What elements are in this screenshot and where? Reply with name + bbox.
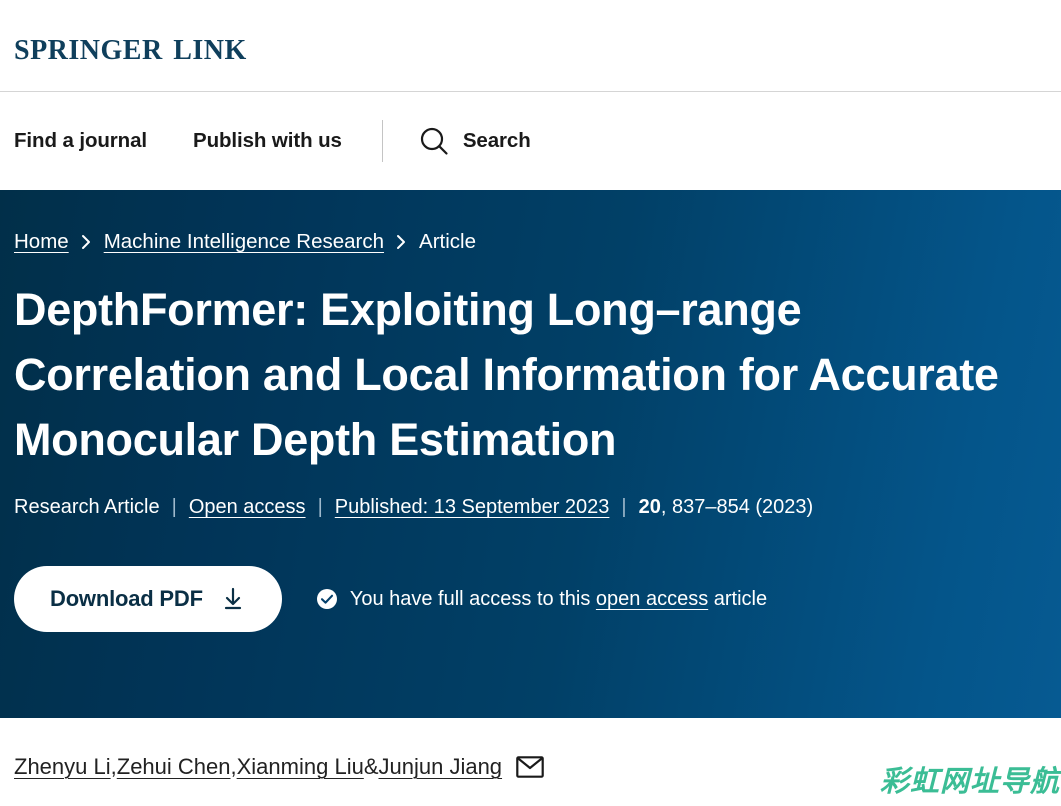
envelope-icon[interactable] [516,755,544,779]
breadcrumb-item-home[interactable]: Home [14,230,69,254]
search-label: Search [462,129,531,152]
article-metadata: Research Article | Open access | Publish… [14,496,1047,519]
published-date[interactable]: Published: 13 September 2023 [335,496,610,519]
springer-link-logo[interactable]: Springer Link [14,25,247,66]
download-pdf-button[interactable]: Download PDF [14,566,282,633]
breadcrumb-chevron-icon [81,234,92,250]
access-note-before: You have full access to this [349,587,596,610]
access-row: Download PDF You have full access to thi… [14,566,1047,633]
author-separator-3: & [363,754,379,779]
site-header: Springer Link [0,0,1061,92]
author-link-2[interactable]: Zehui Chen [117,754,231,780]
nav-divider [381,120,383,162]
breadcrumb: Home Machine Intelligence Research Artic… [14,190,1047,254]
article-hero: Home Machine Intelligence Research Artic… [0,190,1061,718]
article-content: Zhenyu Li , Zehui Chen , Xianming Liu & … [0,718,1061,806]
article-type: Research Article [14,496,160,519]
author-link-4[interactable]: Junjun Jiang [379,754,503,780]
open-access-link[interactable]: open access [596,588,708,610]
search-button[interactable]: Search [419,126,531,157]
nav-item-publish-with-us[interactable]: Publish with us [193,129,342,153]
page-title: DepthFormer: Exploiting Long–range Corre… [14,284,999,465]
nav-item-find-a-journal[interactable]: Find a journal [14,129,147,153]
meta-separator-2: | [317,496,323,519]
main-navigation: Find a journal Publish with us Search [0,92,1061,190]
page-range: , 837–854 (2023) [660,496,814,519]
author-link-1[interactable]: Zhenyu Li [14,754,111,780]
check-circle-icon [316,588,338,610]
access-note-text: You have full access to this open access… [350,588,767,611]
download-pdf-label: Download PDF [50,586,203,612]
search-icon [419,126,450,157]
volume-number: 20 [638,496,661,519]
breadcrumb-chevron-icon-2 [396,234,407,250]
breadcrumb-item-article: Article [419,230,476,253]
open-access-badge[interactable]: Open access [189,496,306,519]
authors-list: Zhenyu Li , Zehui Chen , Xianming Liu & … [14,718,1047,780]
meta-separator-3: | [621,496,627,519]
author-link-3[interactable]: Xianming Liu [237,754,364,780]
download-icon [220,586,246,612]
breadcrumb-item-journal[interactable]: Machine Intelligence Research [104,230,384,254]
full-access-note: You have full access to this open access… [316,588,767,611]
access-note-after: article [708,587,768,610]
meta-separator-1: | [171,496,177,519]
